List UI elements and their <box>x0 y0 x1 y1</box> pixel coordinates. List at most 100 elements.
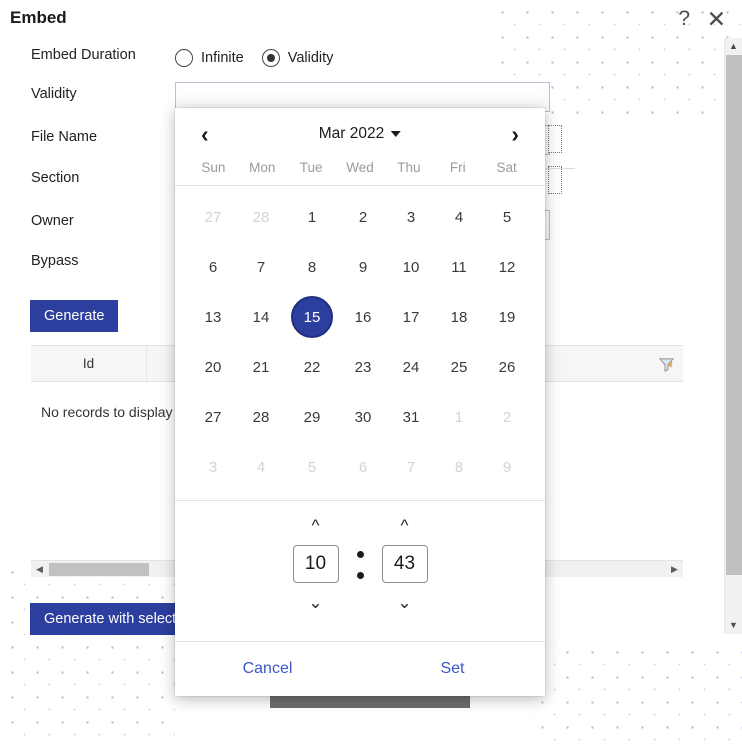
weekday-label-thu: Thu <box>397 160 421 175</box>
vertical-scroll-track[interactable] <box>726 575 742 617</box>
calendar-day[interactable]: 23 <box>339 342 387 392</box>
scroll-up-arrow-icon[interactable]: ▲ <box>725 38 742 55</box>
calendar-day[interactable]: 3 <box>387 192 435 242</box>
calendar-day[interactable]: 6 <box>339 442 387 492</box>
label-bypass: Bypass <box>31 253 79 269</box>
weekday-label-sun: Sun <box>201 160 226 175</box>
weekday-label-mon: Mon <box>249 160 276 175</box>
calendar-day[interactable]: 4 <box>237 442 285 492</box>
funnel-filter-icon[interactable] <box>658 357 675 377</box>
calendar-day[interactable]: 18 <box>435 292 483 342</box>
selected-day-indicator: 15 <box>291 296 333 338</box>
calendar-day[interactable]: 16 <box>339 292 387 342</box>
label-file-name: File Name <box>31 129 98 145</box>
calendar-day[interactable]: 2 <box>339 192 387 242</box>
label-embed-duration: Embed Duration <box>31 47 136 63</box>
weekday-label-tue: Tue <box>299 160 323 175</box>
calendar-day[interactable]: 27 <box>189 192 237 242</box>
hour-increment-button[interactable]: ^ <box>302 515 330 536</box>
calendar-day[interactable]: 17 <box>387 292 435 342</box>
calendar-day[interactable]: 21 <box>237 342 285 392</box>
calendar-day[interactable]: 29 <box>285 392 339 442</box>
calendar-navigation: ‹ Mar 2022 › <box>175 108 545 160</box>
calendar-day-selected[interactable]: 15 <box>285 292 339 342</box>
calendar-day[interactable]: 27 <box>189 392 237 442</box>
calendar-day[interactable]: 1 <box>285 192 339 242</box>
calendar-day[interactable]: 12 <box>483 242 531 292</box>
weekday-label-fri: Fri <box>449 160 466 175</box>
separator-dot <box>356 572 364 579</box>
section-field[interactable] <box>548 125 562 153</box>
time-separator <box>356 551 364 579</box>
calendar-day[interactable]: 28 <box>237 192 285 242</box>
calendar-day[interactable]: 2 <box>483 392 531 442</box>
calendar-day[interactable]: 13 <box>189 292 237 342</box>
calendar-day[interactable]: 11 <box>435 242 483 292</box>
scroll-right-arrow-icon[interactable]: ▶ <box>666 564 683 575</box>
time-picker: ^ 10 ⌄ ^ 43 ⌄ <box>175 500 545 623</box>
calendar-day[interactable]: 19 <box>483 292 531 342</box>
vertical-scroll-thumb[interactable] <box>725 55 742 575</box>
calendar-day[interactable]: 7 <box>387 442 435 492</box>
month-year-dropdown[interactable]: Mar 2022 <box>313 124 407 144</box>
label-section: Section <box>31 170 80 186</box>
horizontal-scroll-thumb[interactable] <box>49 562 149 576</box>
calendar-day[interactable]: 9 <box>339 242 387 292</box>
hour-input[interactable]: 10 <box>292 545 339 583</box>
generate-button[interactable]: Generate <box>30 300 119 332</box>
calendar-day[interactable]: 1 <box>435 392 483 442</box>
calendar-day[interactable]: 8 <box>435 442 483 492</box>
calendar-day[interactable]: 5 <box>483 192 531 242</box>
decorative-dot-pattern <box>0 560 175 746</box>
weekday-label-sat: Sat <box>496 160 517 175</box>
calendar-day[interactable]: 4 <box>435 192 483 242</box>
page-title: Embed <box>10 8 67 27</box>
calendar-weekday-header: Sun Mon Tue Wed Thu Fri Sat <box>175 160 545 185</box>
label-validity: Validity <box>31 86 77 102</box>
decorative-dot-pattern <box>530 640 742 746</box>
minute-increment-button[interactable]: ^ <box>391 515 419 536</box>
calendar-day[interactable]: 5 <box>285 442 339 492</box>
calendar-day[interactable]: 14 <box>237 292 285 342</box>
radio-infinite[interactable] <box>175 49 193 67</box>
calendar-day[interactable]: 31 <box>387 392 435 442</box>
month-year-label: Mar 2022 <box>318 125 385 142</box>
scroll-left-arrow-icon[interactable]: ◀ <box>31 564 48 575</box>
scroll-down-arrow-icon[interactable]: ▼ <box>725 617 742 634</box>
calendar-day[interactable]: 9 <box>483 442 531 492</box>
chevron-down-icon <box>391 131 402 137</box>
calendar-day[interactable]: 25 <box>435 342 483 392</box>
minute-decrement-button[interactable]: ⌄ <box>387 592 421 613</box>
hour-decrement-button[interactable]: ⌄ <box>298 592 332 613</box>
hour-spinner: ^ 10 ⌄ <box>292 515 339 613</box>
calendar-day[interactable]: 28 <box>237 392 285 442</box>
calendar-day[interactable]: 22 <box>285 342 339 392</box>
calendar-day[interactable]: 20 <box>189 342 237 392</box>
radio-validity[interactable] <box>261 49 280 67</box>
calendar-day[interactable]: 26 <box>483 342 531 392</box>
minute-input[interactable]: 43 <box>381 545 428 583</box>
help-icon[interactable]: ? <box>672 6 696 32</box>
divider <box>545 168 575 169</box>
next-month-button[interactable]: › <box>505 121 525 148</box>
separator-dot <box>356 551 364 558</box>
previous-month-button[interactable]: ‹ <box>195 121 215 148</box>
embed-duration-radio-group: Infinite Validity <box>175 49 343 67</box>
calendar-day[interactable]: 3 <box>189 442 237 492</box>
calendar-day[interactable]: 30 <box>339 392 387 442</box>
close-icon[interactable]: ✕ <box>701 5 732 34</box>
calendar-day[interactable]: 24 <box>387 342 435 392</box>
page-vertical-scrollbar[interactable]: ▲ ▼ <box>724 38 742 634</box>
calendar-day[interactable]: 8 <box>285 242 339 292</box>
set-button[interactable]: Set <box>360 659 545 679</box>
calendar-day[interactable]: 6 <box>189 242 237 292</box>
label-owner: Owner <box>31 213 74 229</box>
calendar-day-grid: 27 28 1 2 3 4 5 6 7 8 9 10 11 12 13 14 15 16 17 18 19 20 21 22 2… <box>175 186 545 500</box>
bypass-field[interactable] <box>548 166 562 194</box>
calendar-day[interactable]: 10 <box>387 242 435 292</box>
cancel-button[interactable]: Cancel <box>175 659 360 679</box>
weekday-label-wed: Wed <box>346 160 374 175</box>
calendar-day[interactable]: 7 <box>237 242 285 292</box>
page-root: Embed ? ✕ Embed Duration Validity File N… <box>0 0 742 746</box>
grid-column-header-id[interactable]: Id <box>31 346 147 381</box>
